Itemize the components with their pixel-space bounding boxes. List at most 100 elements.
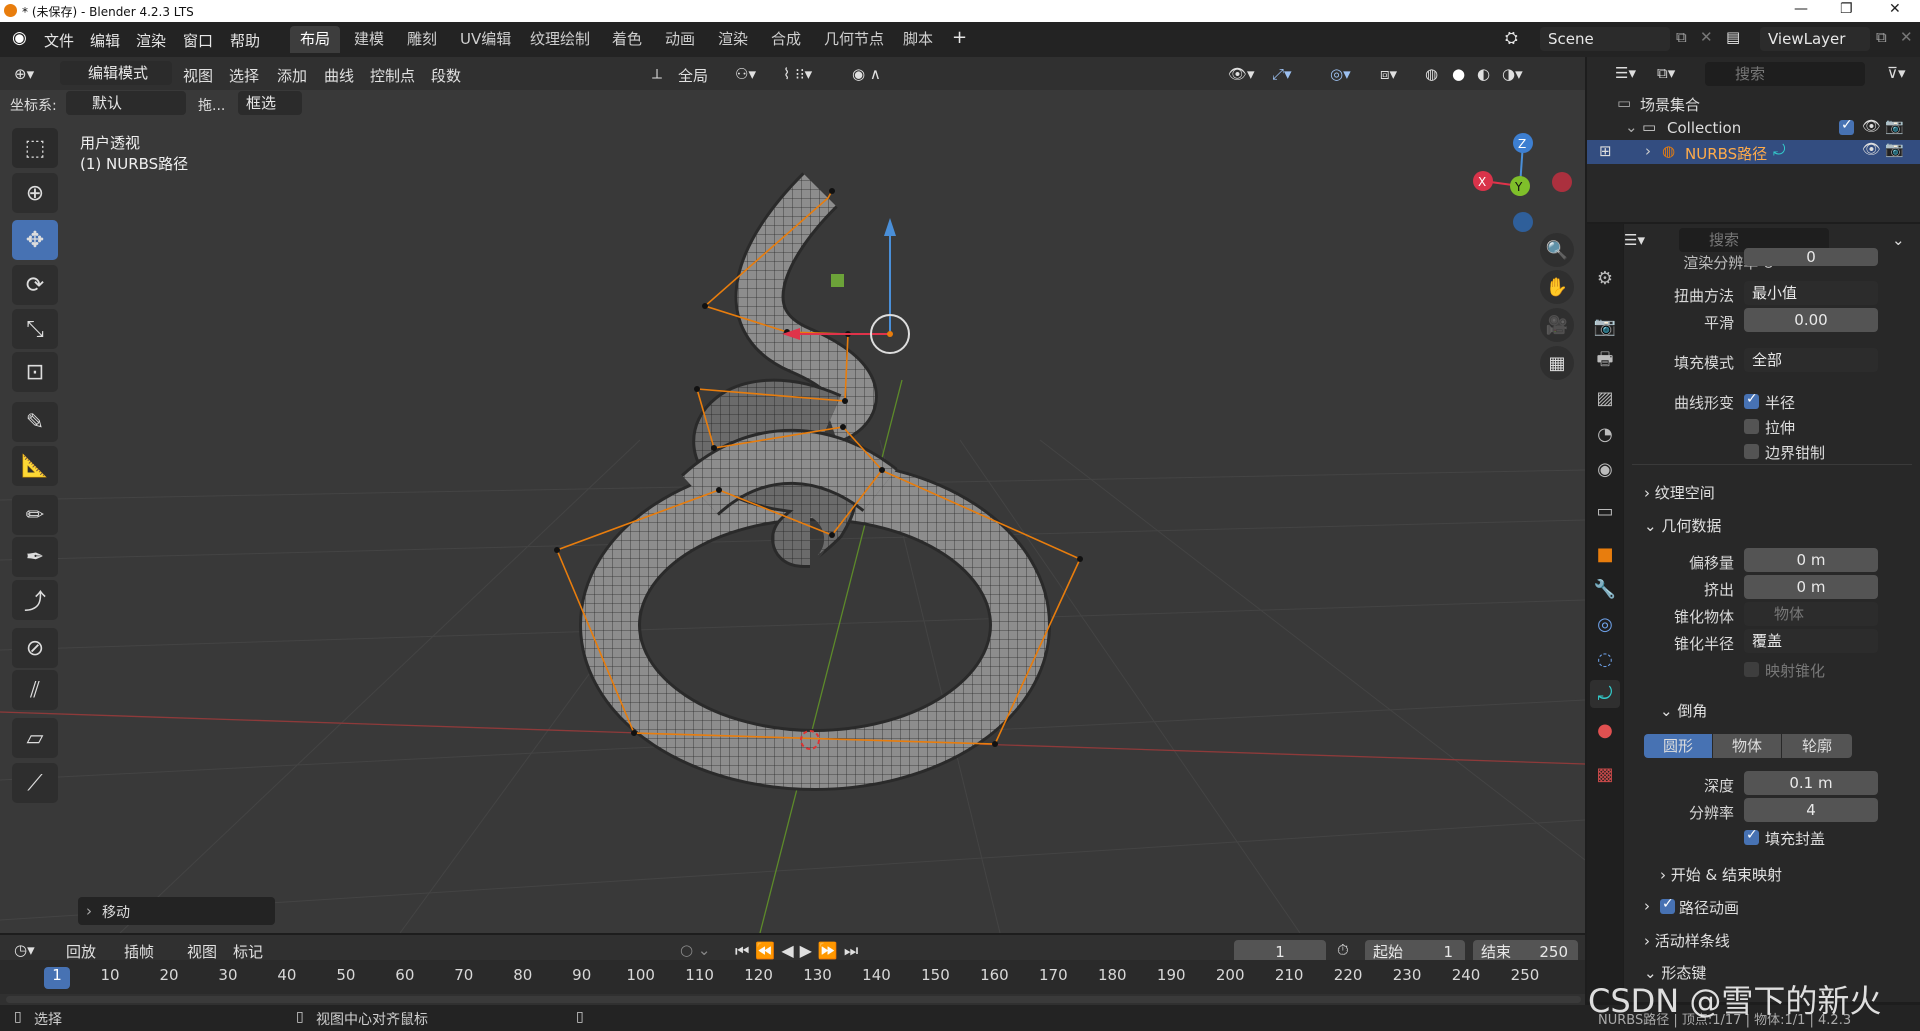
scene-selector[interactable]: Scene — [1540, 27, 1670, 51]
annotate-tool[interactable]: ✎ — [12, 402, 58, 442]
shear-tool[interactable]: ▱ — [12, 718, 58, 758]
fill-caps-checkbox[interactable] — [1744, 827, 1759, 845]
active-spline-section[interactable]: › 活动样条线 — [1644, 930, 1730, 951]
minimize-icon[interactable]: — — [1794, 1, 1808, 17]
marker-menu[interactable]: 标记 — [233, 941, 263, 962]
texture-tab-icon[interactable]: ▩ — [1590, 760, 1620, 788]
outliner-search[interactable]: 搜索 — [1705, 62, 1865, 86]
perspective-toggle-icon[interactable]: ▦ — [1540, 346, 1574, 380]
collection-label[interactable]: Collection — [1667, 119, 1741, 137]
tab-uv-editing[interactable]: UV编辑 — [450, 26, 521, 53]
select-box-tool[interactable]: ⬚ — [12, 128, 58, 168]
add-workspace-icon[interactable]: + — [952, 27, 967, 48]
maximize-icon[interactable]: ❐ — [1840, 1, 1853, 17]
menu-select[interactable]: 选择 — [229, 65, 259, 86]
playback-controls[interactable]: ⏮⏪◀▶⏩⏭ — [735, 941, 864, 961]
tilt-tool[interactable]: ⫽ — [12, 670, 58, 710]
smooth-field[interactable]: 0.00 — [1744, 308, 1878, 332]
extrude-tool[interactable]: ⤴ — [12, 580, 58, 620]
shading-wireframe-icon[interactable]: ◍ — [1425, 65, 1438, 83]
xray-icon[interactable]: ⧈▾ — [1380, 65, 1397, 83]
transform-tool[interactable]: ⊡ — [12, 352, 58, 392]
menu-file[interactable]: 文件 — [44, 30, 74, 51]
render-resolution-field[interactable]: 0 — [1744, 248, 1878, 266]
pen-tool[interactable]: ✒ — [12, 537, 58, 577]
mode-selector[interactable]: 编辑模式 — [60, 61, 172, 85]
radius-tool[interactable]: ⊘ — [12, 628, 58, 668]
eye-icon[interactable]: 👁 — [1862, 117, 1881, 135]
transform-orientation-value[interactable]: 全局 — [678, 65, 708, 86]
pivot-icon[interactable]: ⚇▾ — [735, 65, 756, 83]
view-layer-delete-icon[interactable]: ✕ — [1900, 28, 1913, 46]
eye-icon[interactable]: 👁 — [1862, 140, 1881, 158]
zoom-icon[interactable]: 🔍 — [1540, 233, 1574, 267]
scene-tab-icon[interactable]: ◔ — [1590, 420, 1620, 448]
world-tab-icon[interactable]: ◉ — [1590, 455, 1620, 483]
tab-geometry-nodes[interactable]: 几何节点 — [814, 26, 894, 53]
view-layer-selector[interactable]: ViewLayer — [1760, 27, 1870, 51]
scene-delete-icon[interactable]: ✕ — [1700, 28, 1713, 46]
path-animation-section[interactable]: › — [1644, 897, 1650, 915]
tab-sculpting[interactable]: 雕刻 — [397, 26, 447, 53]
camera-icon[interactable]: 📷 — [1885, 117, 1904, 135]
scene-collection-label[interactable]: 场景集合 — [1640, 94, 1700, 115]
timeline-scrollbar[interactable] — [6, 996, 1581, 1003]
menu-view[interactable]: 视图 — [183, 65, 213, 86]
bevel-round-tab[interactable]: 圆形 — [1644, 734, 1712, 758]
scene-icon[interactable]: ⛭ — [1505, 28, 1518, 48]
pan-hand-icon[interactable]: ✋ — [1540, 270, 1574, 304]
modifier-tab-icon[interactable]: 🔧 — [1590, 575, 1620, 603]
start-end-mapping-section[interactable]: › 开始 & 结束映射 — [1660, 864, 1782, 885]
extrude-field[interactable]: 0 m — [1744, 575, 1878, 599]
particles-tab-icon[interactable]: ◎ — [1590, 610, 1620, 638]
tab-texture-paint[interactable]: 纹理绘制 — [520, 26, 600, 53]
chevron-right-icon[interactable]: › — [1645, 142, 1651, 160]
shading-rendered-icon[interactable]: ◑▾ — [1502, 65, 1523, 83]
bevel-object-tab[interactable]: 物体 — [1713, 734, 1781, 758]
move-tool[interactable]: ✥ — [12, 220, 58, 260]
tab-shading[interactable]: 着色 — [602, 26, 652, 53]
last-operator-panel[interactable]: › 移动 — [78, 897, 275, 925]
shading-solid-icon[interactable]: ● — [1452, 65, 1465, 83]
tab-layout[interactable]: 布局 — [290, 26, 341, 53]
timeline-editor-icon[interactable]: ◷▾ — [14, 941, 35, 959]
object-tab-icon[interactable]: ■ — [1590, 540, 1620, 568]
editor-type-icon[interactable]: ⊕▾ — [14, 65, 34, 83]
draw-tool[interactable]: ✏ — [12, 495, 58, 535]
taper-radius-dropdown[interactable]: 覆盖 — [1744, 629, 1878, 653]
select-mode-dropdown[interactable]: 框选 — [238, 91, 302, 115]
menu-control-points[interactable]: 控制点 — [370, 65, 415, 86]
view-layer-icon[interactable]: ▤ — [1726, 28, 1740, 46]
bevel-section[interactable]: ⌄ 倒角 — [1660, 700, 1707, 721]
collection-exclude-checkbox[interactable] — [1839, 117, 1854, 135]
menu-segments[interactable]: 段数 — [431, 65, 461, 86]
overlay-toggle-icon[interactable]: ◎▾ — [1330, 65, 1351, 83]
gizmo-toggle-icon[interactable]: ⤢▾ — [1272, 65, 1292, 83]
keying-menu[interactable]: 插帧 — [124, 941, 154, 962]
physics-tab-icon[interactable]: ◌ — [1590, 645, 1620, 673]
tab-modeling[interactable]: 建模 — [344, 26, 394, 53]
measure-tool[interactable]: 📐 — [12, 446, 58, 486]
cursor-tool[interactable]: ⊕ — [12, 173, 58, 213]
menu-add[interactable]: 添加 — [277, 65, 307, 86]
menu-window[interactable]: 窗口 — [183, 30, 213, 51]
view-layer-tab-icon[interactable]: ▨ — [1590, 384, 1620, 412]
randomize-tool[interactable]: ⟋ — [12, 763, 58, 803]
timeline-view-menu[interactable]: 视图 — [187, 941, 217, 962]
snap-icon[interactable]: ⌇ ⁝⁝▾ — [783, 65, 812, 83]
chevron-down-icon[interactable]: ⌄ — [1625, 118, 1638, 136]
material-tab-icon[interactable]: ● — [1590, 716, 1620, 744]
scene-new-icon[interactable]: ⧉ — [1676, 28, 1687, 46]
close-icon[interactable]: ✕ — [1889, 1, 1901, 17]
view-layer-new-icon[interactable]: ⧉ — [1876, 28, 1887, 46]
scale-tool[interactable]: ⤡ — [12, 309, 58, 349]
preview-range-icon[interactable]: ⏱ — [1337, 941, 1349, 959]
output-tab-icon[interactable]: 🖶 — [1590, 348, 1620, 376]
drag-label[interactable]: 拖... — [198, 95, 225, 115]
menu-help[interactable]: 帮助 — [230, 30, 260, 51]
map-taper-checkbox[interactable] — [1744, 662, 1759, 677]
bounds-clamp-checkbox[interactable] — [1744, 444, 1759, 459]
curve-data-tab-icon[interactable]: ⤾ — [1590, 680, 1620, 708]
fill-mode-dropdown[interactable]: 全部 — [1744, 348, 1878, 372]
twist-method-dropdown[interactable]: 最小值 — [1744, 281, 1878, 305]
